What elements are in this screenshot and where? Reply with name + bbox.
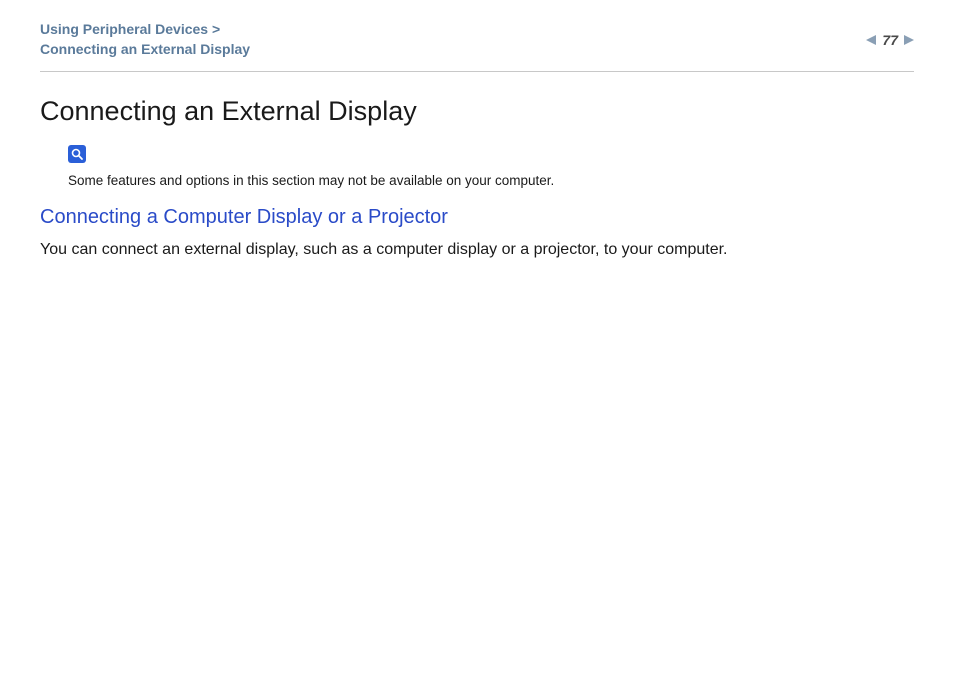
breadcrumb-current: Connecting an External Display <box>40 40 250 60</box>
breadcrumb-parent[interactable]: Using Peripheral Devices > <box>40 20 250 40</box>
body-text: You can connect an external display, suc… <box>40 239 914 261</box>
breadcrumb: Using Peripheral Devices > Connecting an… <box>40 20 250 59</box>
page-header: Using Peripheral Devices > Connecting an… <box>0 0 954 71</box>
prev-page-icon[interactable] <box>866 35 876 45</box>
page-navigation: 77 <box>866 32 914 48</box>
note-block: Some features and options in this sectio… <box>68 145 914 190</box>
page-number: 77 <box>882 32 898 48</box>
page-title: Connecting an External Display <box>40 96 914 127</box>
page-content: Connecting an External Display Some feat… <box>0 72 954 285</box>
section-heading: Connecting a Computer Display or a Proje… <box>40 206 914 229</box>
search-note-icon <box>68 145 86 163</box>
next-page-icon[interactable] <box>904 35 914 45</box>
note-text: Some features and options in this sectio… <box>68 172 914 190</box>
